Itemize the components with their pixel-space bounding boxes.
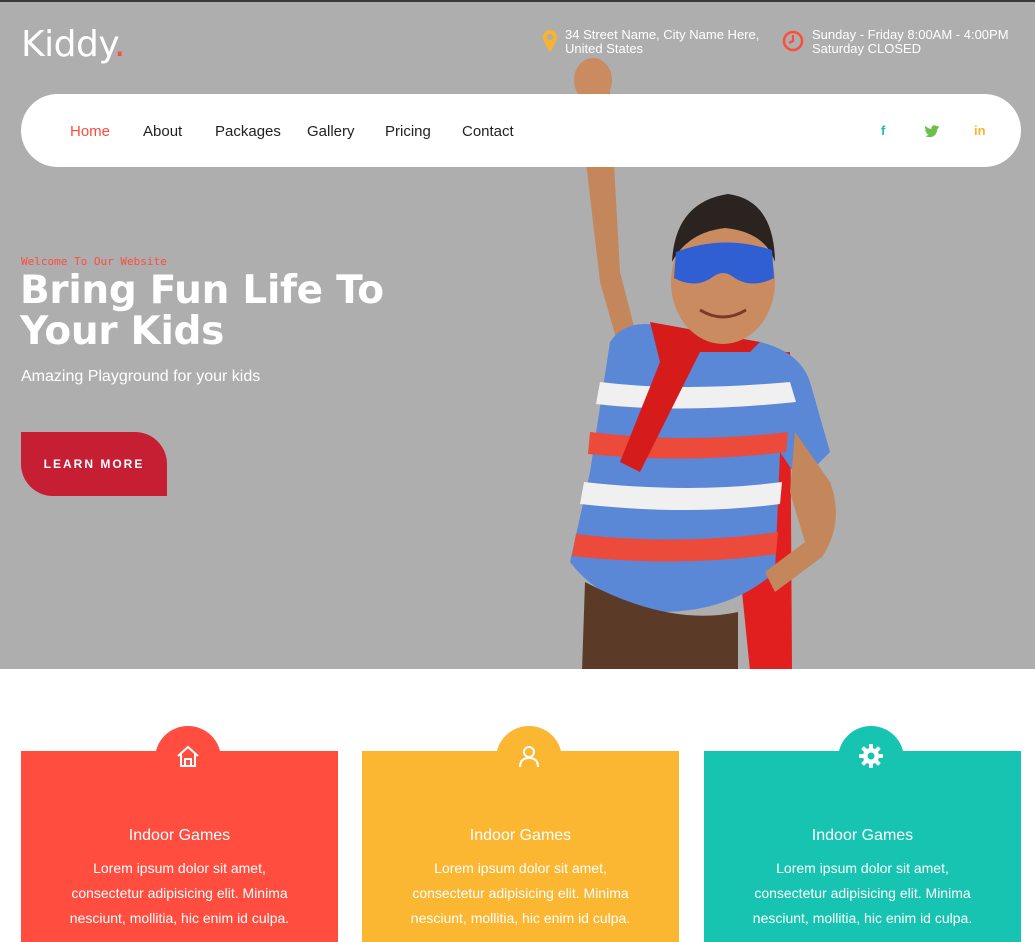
card-1-title: Indoor Games <box>128 827 231 844</box>
user-icon <box>519 746 539 768</box>
nav-contact[interactable]: Contact <box>462 123 514 140</box>
card-2-text: Lorem ipsum dolor sit amet, consectetur … <box>390 856 651 931</box>
card-3-text: Lorem ipsum dolor sit amet, consectetur … <box>732 856 993 931</box>
hero-section: Kiddy. 34 Street Name, City Name Here, U… <box>0 2 1035 669</box>
brand-dot: . <box>113 24 125 65</box>
hero-title-line-2: Your Kids <box>20 309 225 354</box>
feature-card-3[interactable]: Indoor Games Lorem ipsum dolor sit amet,… <box>704 751 1021 942</box>
card-1-text-line-1: Lorem ipsum dolor sit amet, <box>93 860 266 876</box>
feature-card-1[interactable]: Indoor Games Lorem ipsum dolor sit amet,… <box>21 751 338 942</box>
nav-packages[interactable]: Packages <box>215 123 281 140</box>
brand-name: Kiddy <box>21 24 114 65</box>
hours-text: Sunday - Friday 8:00AM - 4:00PM Saturday… <box>812 28 1009 56</box>
clock-icon <box>782 30 804 52</box>
nav-gallery[interactable]: Gallery <box>307 123 355 140</box>
card-2-text-line-3: nesciunt, mollitia, hic enim id culpa. <box>410 910 631 926</box>
hero-title-line-1: Bring Fun Life To <box>20 268 384 313</box>
hero-subtitle: Amazing Playground for your kids <box>21 368 261 385</box>
hero-title: Bring Fun Life To Your Kids <box>20 270 440 352</box>
card-3-text-line-2: consectetur adipisicing elit. Minima <box>754 885 971 901</box>
facebook-icon[interactable]: f <box>881 123 885 138</box>
main-navbar: Home About Packages Gallery Pricing Cont… <box>21 94 1021 167</box>
home-icon <box>177 745 199 767</box>
linkedin-icon[interactable]: in <box>974 123 986 138</box>
feature-card-2[interactable]: Indoor Games Lorem ipsum dolor sit amet,… <box>362 751 679 942</box>
nav-pricing[interactable]: Pricing <box>385 123 431 140</box>
learn-more-button[interactable]: LEARN MORE <box>21 432 167 496</box>
hours-info: Sunday - Friday 8:00AM - 4:00PM Saturday… <box>782 28 1009 56</box>
gear-icon <box>859 744 883 768</box>
location-pin-icon <box>543 30 557 52</box>
card-2-title: Indoor Games <box>469 827 572 844</box>
card-2-text-line-2: consectetur adipisicing elit. Minima <box>412 885 629 901</box>
twitter-icon[interactable] <box>925 125 939 137</box>
address-line-2: United States <box>565 41 644 56</box>
card-3-text-line-3: nesciunt, mollitia, hic enim id culpa. <box>752 910 973 926</box>
nav-home[interactable]: Home <box>70 123 110 140</box>
address-info: 34 Street Name, City Name Here, United S… <box>543 28 759 56</box>
card-1-text: Lorem ipsum dolor sit amet, consectetur … <box>49 856 310 931</box>
hours-line-1: Sunday - Friday 8:00AM - 4:00PM <box>812 27 1009 42</box>
card-1-text-line-3: nesciunt, mollitia, hic enim id culpa. <box>69 910 290 926</box>
hours-line-2: Saturday CLOSED <box>812 41 922 56</box>
address-text: 34 Street Name, City Name Here, United S… <box>565 28 759 56</box>
card-2-text-line-1: Lorem ipsum dolor sit amet, <box>434 860 607 876</box>
address-line-1: 34 Street Name, City Name Here, <box>565 27 760 42</box>
hero-eyebrow: Welcome To Our Website <box>21 255 167 268</box>
card-3-title: Indoor Games <box>811 827 914 844</box>
card-3-text-line-1: Lorem ipsum dolor sit amet, <box>776 860 949 876</box>
brand-logo[interactable]: Kiddy. <box>21 24 125 65</box>
nav-about[interactable]: About <box>143 123 182 140</box>
card-1-text-line-2: consectetur adipisicing elit. Minima <box>71 885 288 901</box>
